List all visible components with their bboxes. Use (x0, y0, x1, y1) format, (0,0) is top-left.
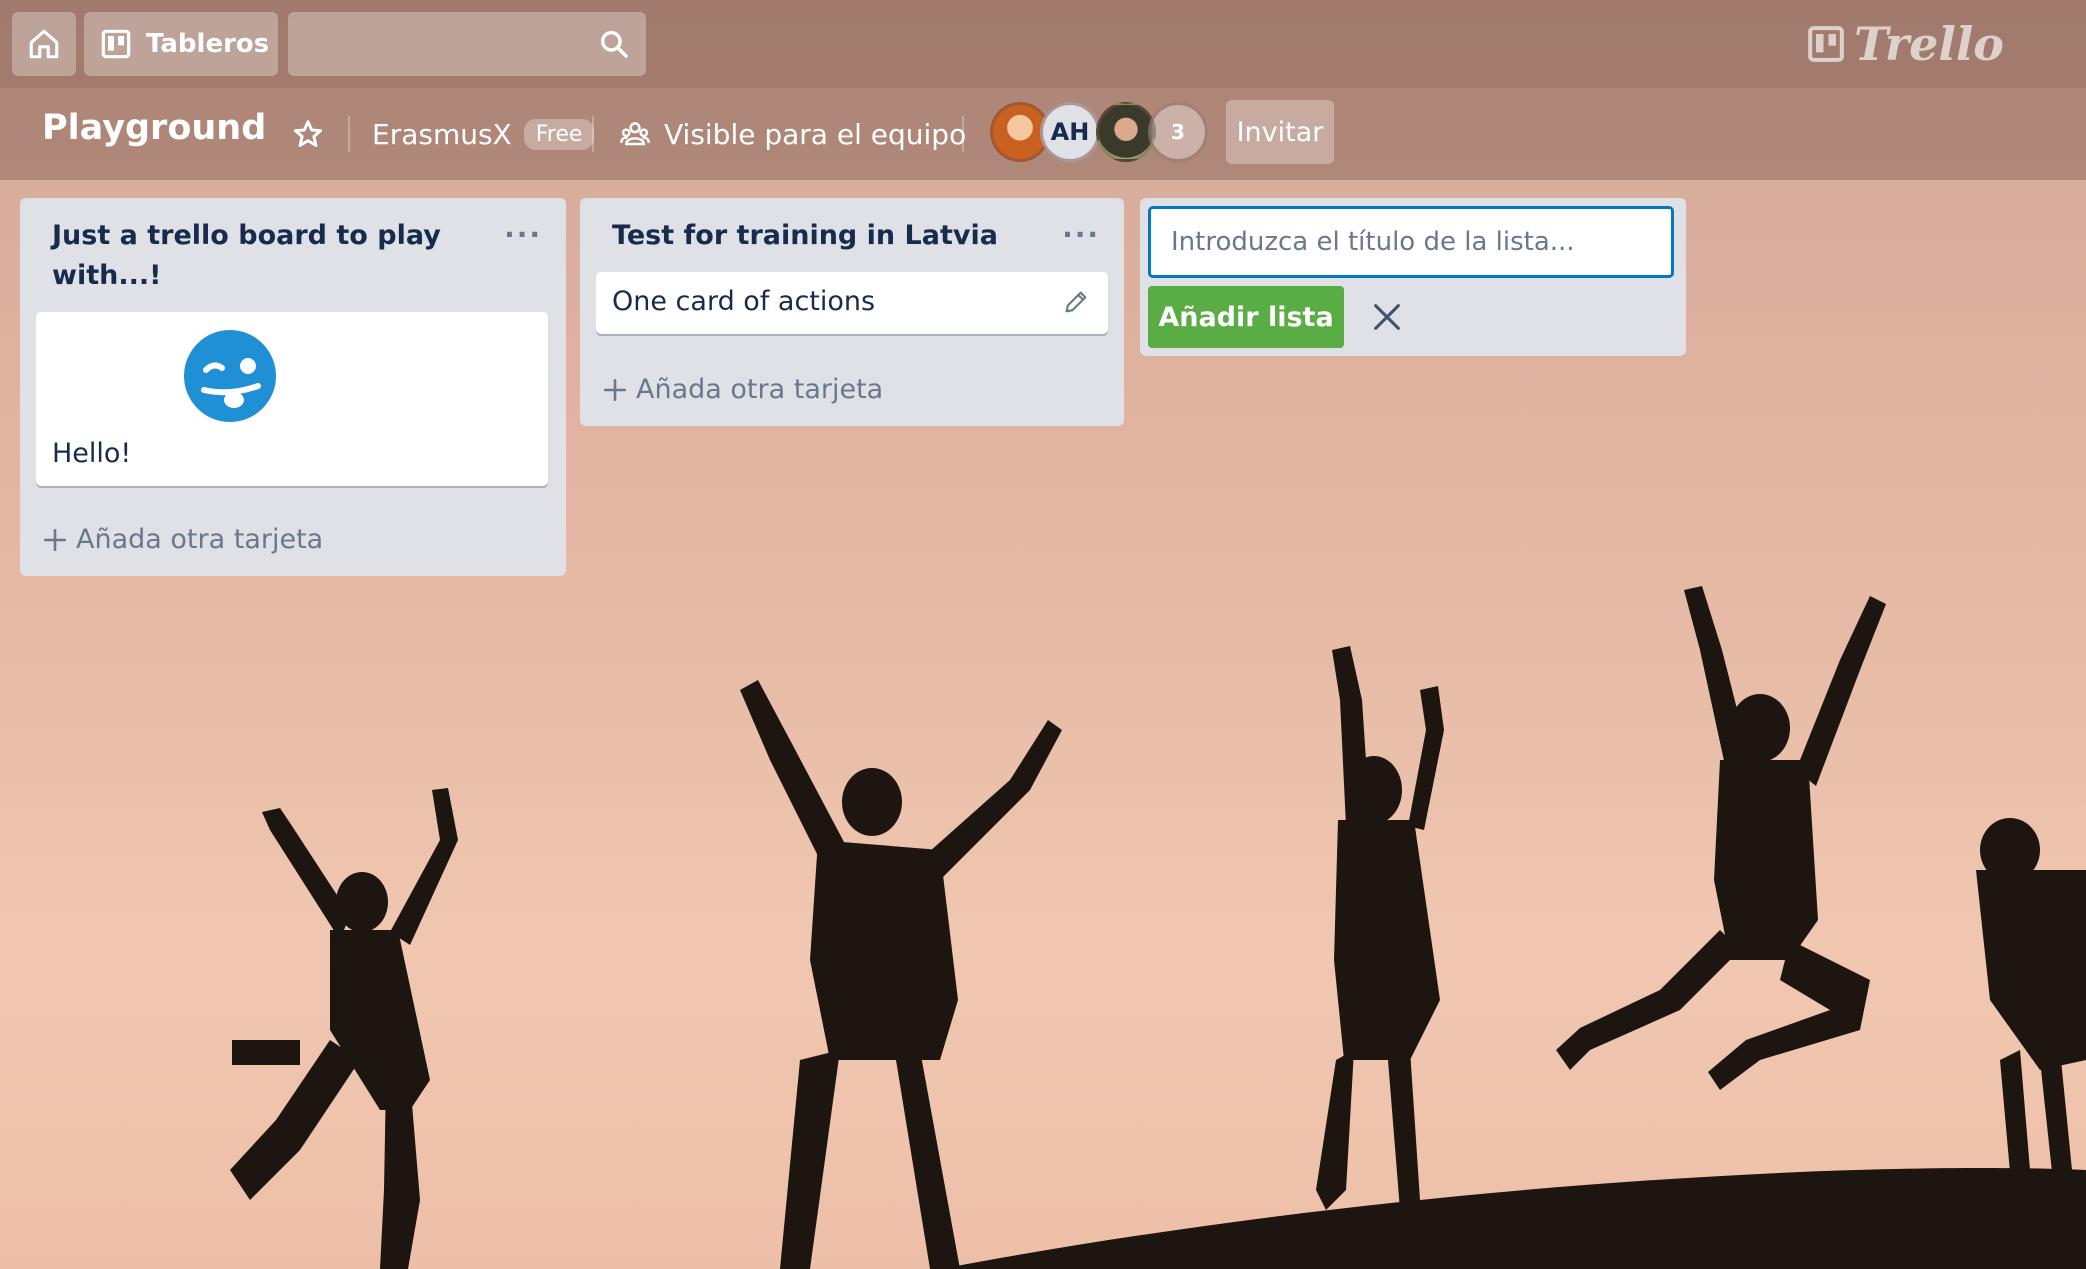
add-card-label: Añada otra tarjeta (76, 524, 324, 555)
plan-badge: Free (523, 118, 595, 150)
close-composer-button[interactable] (1364, 294, 1410, 340)
top-navigation-bar: Tableros Trello (0, 0, 2086, 88)
list-menu-icon[interactable]: ··· (504, 218, 542, 251)
boards-button[interactable]: Tableros (84, 12, 278, 76)
list-title[interactable]: Just a trello board to play with...! (52, 216, 452, 296)
board-icon (101, 29, 131, 59)
winking-tongue-emoji-icon (180, 326, 280, 426)
trello-logo-text: Trello (1853, 17, 2004, 71)
member-avatar[interactable] (1096, 102, 1156, 162)
add-card-button[interactable]: Añada otra tarjeta (42, 524, 323, 555)
board-background-photo (230, 586, 2086, 1269)
card-title: One card of actions (612, 286, 876, 317)
team-button[interactable]: ErasmusX Free (372, 112, 595, 156)
card[interactable]: One card of actions (596, 272, 1108, 334)
visibility-label: Visible para el equipo (664, 117, 967, 151)
more-members-count[interactable]: 3 (1148, 102, 1208, 162)
member-avatar[interactable]: AH (1040, 102, 1100, 162)
board-title[interactable]: Playground (42, 108, 266, 148)
boards-label: Tableros (146, 29, 270, 59)
list: Just a trello board to play with...! ···… (20, 198, 566, 576)
home-icon (29, 29, 59, 59)
team-name: ErasmusX (372, 117, 512, 151)
team-visibility-icon (620, 122, 650, 146)
board-header: Playground ErasmusX Free Visible para el… (0, 88, 2086, 180)
list-title[interactable]: Test for training in Latvia (612, 216, 1012, 256)
invite-button[interactable]: Invitar (1226, 100, 1334, 164)
home-button[interactable] (12, 12, 76, 76)
list: Test for training in Latvia ··· One card… (580, 198, 1124, 426)
star-board-button[interactable] (288, 112, 328, 156)
list-menu-icon[interactable]: ··· (1062, 218, 1100, 251)
add-card-label: Añada otra tarjeta (636, 374, 884, 405)
card[interactable]: Hello! (36, 312, 548, 486)
search-input[interactable] (288, 12, 646, 76)
add-list-button[interactable]: Añadir lista (1148, 286, 1344, 348)
card-title: Hello! (52, 438, 132, 469)
star-icon (293, 120, 323, 147)
header-divider (348, 116, 350, 152)
header-divider (592, 116, 594, 152)
pencil-icon[interactable] (1062, 288, 1090, 316)
plus-icon (603, 378, 627, 401)
trello-logo[interactable]: Trello (1806, 17, 2004, 71)
add-list-composer: Añadir lista (1140, 198, 1686, 356)
search-icon (600, 30, 628, 58)
plus-icon (43, 528, 67, 551)
add-card-button[interactable]: Añada otra tarjeta (602, 374, 883, 405)
header-divider (962, 116, 964, 152)
trello-logo-icon (1808, 26, 1844, 62)
list-title-input[interactable] (1148, 206, 1674, 278)
close-icon (1374, 304, 1400, 330)
visibility-button[interactable]: Visible para el equipo (620, 112, 966, 156)
